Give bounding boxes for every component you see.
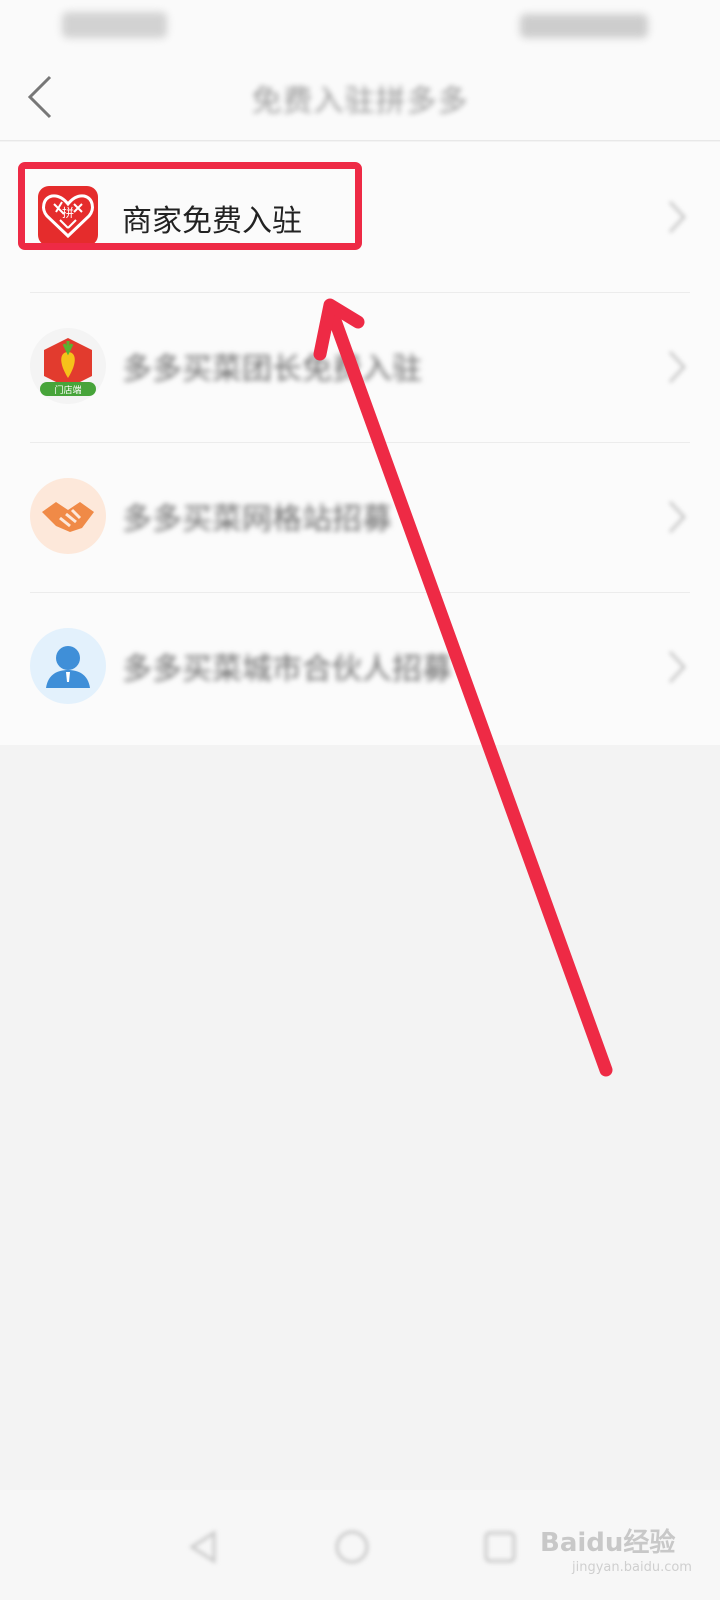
page-title: 免费入驻拼多多 bbox=[251, 84, 469, 119]
list-item-label: 多多买菜团长免费入驻 bbox=[122, 352, 422, 387]
person-icon bbox=[30, 628, 106, 704]
chevron-right-icon bbox=[668, 500, 687, 534]
chevron-right-icon bbox=[668, 200, 687, 234]
list-item[interactable]: 多多买菜网格站招募 bbox=[0, 442, 720, 592]
carrot-store-icon: 门店端 bbox=[30, 328, 106, 404]
signal-indicators bbox=[62, 12, 167, 38]
list-item[interactable]: 门店端 多多买菜团长免费入驻 bbox=[0, 292, 720, 442]
list-item-label: 多多买菜城市合伙人招募 bbox=[122, 652, 452, 687]
list-item-label: 多多买菜网格站招募 bbox=[122, 502, 392, 537]
home-circle-icon[interactable] bbox=[330, 1525, 374, 1569]
watermark-url: jingyan.baidu.com bbox=[572, 1560, 692, 1575]
handshake-icon bbox=[30, 478, 106, 554]
nav-bar: 免费入驻拼多多 bbox=[0, 50, 720, 141]
battery-time bbox=[520, 14, 648, 38]
highlight-annotation bbox=[18, 162, 362, 250]
store-badge-text: 门店端 bbox=[54, 384, 81, 396]
status-bar bbox=[0, 0, 720, 50]
back-triangle-icon[interactable] bbox=[182, 1525, 226, 1569]
recents-square-icon[interactable] bbox=[478, 1525, 522, 1569]
list-item[interactable]: 多多买菜城市合伙人招募 bbox=[0, 592, 720, 742]
chevron-right-icon bbox=[668, 350, 687, 384]
chevron-right-icon bbox=[668, 650, 687, 684]
watermark-brand: Baidu经验 bbox=[540, 1528, 676, 1558]
